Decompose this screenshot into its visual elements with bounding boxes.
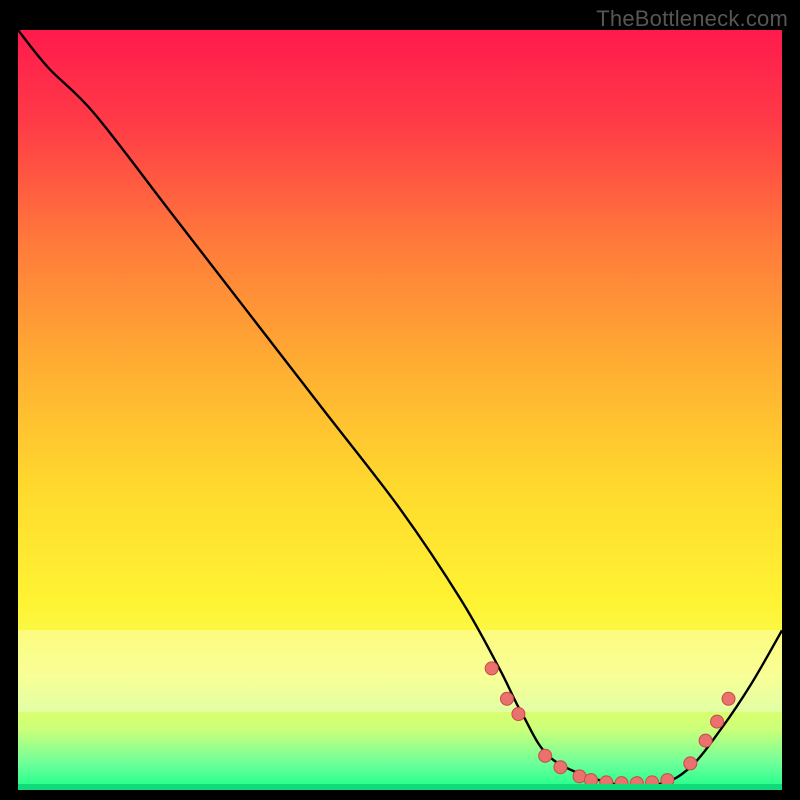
data-point <box>711 715 724 728</box>
data-point <box>485 662 498 675</box>
data-point <box>500 692 513 705</box>
chart-container: TheBottleneck.com <box>0 0 800 800</box>
bottleneck-chart <box>18 30 782 790</box>
watermark-text: TheBottleneck.com <box>596 6 788 32</box>
highlight-band <box>18 630 782 712</box>
data-point <box>699 734 712 747</box>
data-point <box>512 708 525 721</box>
data-point <box>539 749 552 762</box>
data-point <box>722 692 735 705</box>
data-point <box>554 761 567 774</box>
data-point <box>684 757 697 770</box>
